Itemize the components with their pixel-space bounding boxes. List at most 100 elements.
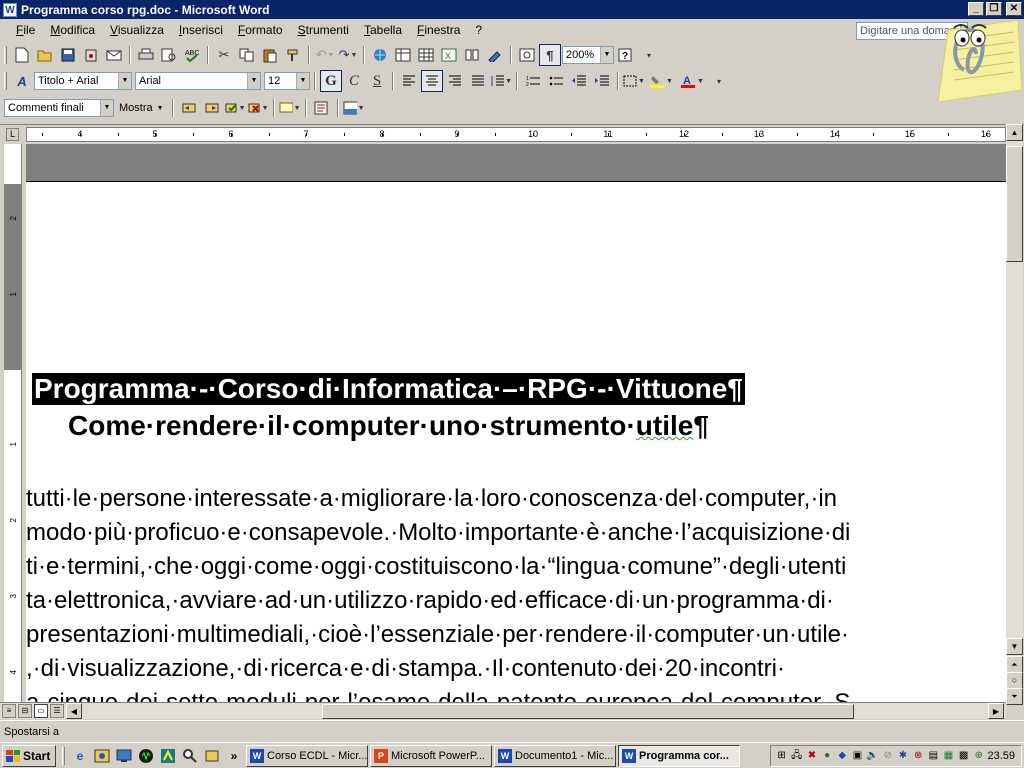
menu-modifica[interactable]: Modifica: [43, 20, 103, 41]
save-icon[interactable]: [57, 44, 79, 66]
insert-excel-icon[interactable]: X: [438, 44, 460, 66]
numbering-icon[interactable]: 12: [522, 70, 544, 92]
align-right-icon[interactable]: [444, 70, 466, 92]
cut-icon[interactable]: ✂: [213, 44, 235, 66]
font-size-select[interactable]: 12 ▼: [264, 72, 310, 90]
network-tray-icon[interactable]: 🖧: [790, 749, 803, 763]
display-for-review-select[interactable]: Commenti finali ▼: [4, 99, 114, 117]
menu-visualizza[interactable]: Visualizza: [103, 20, 172, 41]
horizontal-scroll-thumb[interactable]: [322, 704, 854, 719]
disabled-tray-icon[interactable]: ⊘: [881, 749, 894, 763]
print-preview-icon[interactable]: [158, 44, 180, 66]
show-hide-pilcrow-icon[interactable]: ¶: [539, 44, 561, 66]
email-icon[interactable]: [103, 44, 125, 66]
format-painter-icon[interactable]: [282, 44, 304, 66]
undo-icon[interactable]: ↶ ▼: [314, 44, 336, 66]
outline-view-icon[interactable]: ☰: [50, 704, 64, 718]
bullets-icon[interactable]: [545, 70, 567, 92]
toolbar-options-icon[interactable]: ▾: [638, 44, 660, 66]
underline-button[interactable]: S: [366, 70, 388, 92]
menu-finestra[interactable]: Finestra: [410, 20, 468, 41]
font-color-icon[interactable]: A ▼: [677, 70, 707, 92]
document-map-icon[interactable]: [516, 44, 538, 66]
accept-change-icon[interactable]: ▼: [224, 97, 246, 119]
justify-icon[interactable]: [467, 70, 489, 92]
security-tray-icon[interactable]: ✖: [805, 749, 818, 763]
permission-icon[interactable]: [80, 44, 102, 66]
connection-tray-icon[interactable]: ▤: [927, 749, 940, 763]
tables-borders-icon[interactable]: [392, 44, 414, 66]
print-layout-view-icon[interactable]: ▭: [34, 704, 48, 718]
styles-formatting-icon[interactable]: A: [11, 70, 33, 92]
volume-icon[interactable]: 🔈: [866, 749, 879, 763]
taskbar-item-powerpoint[interactable]: P Microsoft PowerP...: [370, 744, 492, 767]
italic-button[interactable]: C: [343, 70, 365, 92]
scroll-up-button[interactable]: ▲: [1006, 124, 1023, 141]
outlook-icon[interactable]: [92, 746, 112, 766]
toolbar-options-icon[interactable]: ▾: [708, 70, 730, 92]
app-launcher-icon[interactable]: [158, 746, 178, 766]
line-spacing-icon[interactable]: ▼: [490, 70, 512, 92]
select-browse-object-button[interactable]: ○: [1006, 672, 1023, 689]
help-icon[interactable]: ?: [615, 44, 637, 66]
next-change-icon[interactable]: [201, 97, 223, 119]
print-icon[interactable]: [135, 44, 157, 66]
internet-explorer-icon[interactable]: e: [70, 746, 90, 766]
vertical-ruler[interactable]: 2 1 1 2 3 4: [4, 144, 22, 702]
drawing-icon[interactable]: [484, 44, 506, 66]
insert-comment-icon[interactable]: ▼: [279, 97, 301, 119]
open-folder-icon[interactable]: [34, 44, 56, 66]
menu-strumenti[interactable]: Strumenti: [291, 20, 357, 41]
show-menu-button[interactable]: Mostra ▼: [115, 102, 168, 114]
taskbar-item-programma-corso[interactable]: W Programma cor...: [618, 744, 740, 767]
word-app-icon[interactable]: W: [3, 2, 17, 17]
body-line[interactable]: modo·più·proficuo·e·consapevole.·Molto·i…: [26, 518, 850, 548]
taskbar-item-corso-ecdl[interactable]: W Corso ECDL - Micr...: [246, 744, 368, 767]
document-page[interactable]: Programma·-·Corso·di·Informatica·–·RPG·-…: [26, 144, 1006, 702]
reviewing-pane-icon[interactable]: ▼: [343, 97, 365, 119]
document-heading-selected[interactable]: Programma·-·Corso·di·Informatica·–·RPG·-…: [32, 373, 745, 405]
start-button[interactable]: Start: [2, 744, 56, 767]
scroll-down-button[interactable]: ▼: [1006, 638, 1023, 655]
previous-page-button[interactable]: ⏶: [1006, 656, 1023, 673]
redo-icon[interactable]: ↷ ▼: [337, 44, 359, 66]
bluetooth-tray-icon[interactable]: ✱: [896, 749, 909, 763]
horizontal-scrollbar[interactable]: ≡ ⊟ ▭ ☰ ◀ ▶: [0, 702, 1006, 719]
safely-remove-tray-icon[interactable]: ⊕: [972, 749, 985, 763]
previous-change-icon[interactable]: [178, 97, 200, 119]
quicklaunch-overflow-icon[interactable]: »: [224, 746, 244, 766]
toolbar-grip[interactable]: [4, 72, 7, 90]
web-layout-view-icon[interactable]: ⊟: [18, 704, 32, 718]
increase-indent-icon[interactable]: [591, 70, 613, 92]
search-icon[interactable]: [180, 746, 200, 766]
body-line[interactable]: ,·di·visualizzazione,·di·ricerca·e·di·st…: [26, 654, 785, 684]
hyperlink-icon[interactable]: [369, 44, 391, 66]
tab-selector[interactable]: L: [6, 128, 19, 141]
decrease-indent-icon[interactable]: [568, 70, 590, 92]
quicklaunch-app-icon[interactable]: [202, 746, 222, 766]
insert-table-icon[interactable]: [415, 44, 437, 66]
menu-help[interactable]: ?: [468, 20, 490, 41]
menu-formato[interactable]: Formato: [231, 20, 291, 41]
bold-button[interactable]: G: [320, 70, 342, 92]
show-desktop-icon[interactable]: [114, 746, 134, 766]
track-changes-icon[interactable]: [311, 97, 333, 119]
align-center-icon[interactable]: [421, 70, 443, 92]
vertical-scrollbar[interactable]: ▲ ▼ ⏶ ○ ⏷: [1006, 124, 1023, 705]
antivirus-tray-icon[interactable]: ⊞: [775, 749, 788, 763]
new-document-icon[interactable]: [11, 44, 33, 66]
copy-icon[interactable]: [236, 44, 258, 66]
border-icon[interactable]: ▼: [623, 70, 645, 92]
horizontal-ruler[interactable]: L 4 5 6 7 8 9 10 11 12 13 14 15 16: [0, 124, 1024, 144]
zoom-select[interactable]: 200% ▼: [562, 46, 614, 64]
firewall-tray-icon[interactable]: ⊗: [912, 749, 925, 763]
vertical-scroll-thumb[interactable]: [1006, 146, 1023, 262]
font-select[interactable]: Arial ▼: [135, 72, 261, 90]
highlight-icon[interactable]: ▼: [646, 70, 676, 92]
body-line[interactable]: presentazioni·multimediali,·cioè·l’essen…: [26, 620, 849, 650]
menu-file[interactable]: File: [0, 20, 43, 41]
monitor-tray-icon[interactable]: ▣: [851, 749, 864, 763]
reject-change-icon[interactable]: ▼: [247, 97, 269, 119]
taskbar-item-documento1[interactable]: W Documento1 - Mic...: [494, 744, 616, 767]
scroll-left-button[interactable]: ◀: [66, 703, 82, 719]
